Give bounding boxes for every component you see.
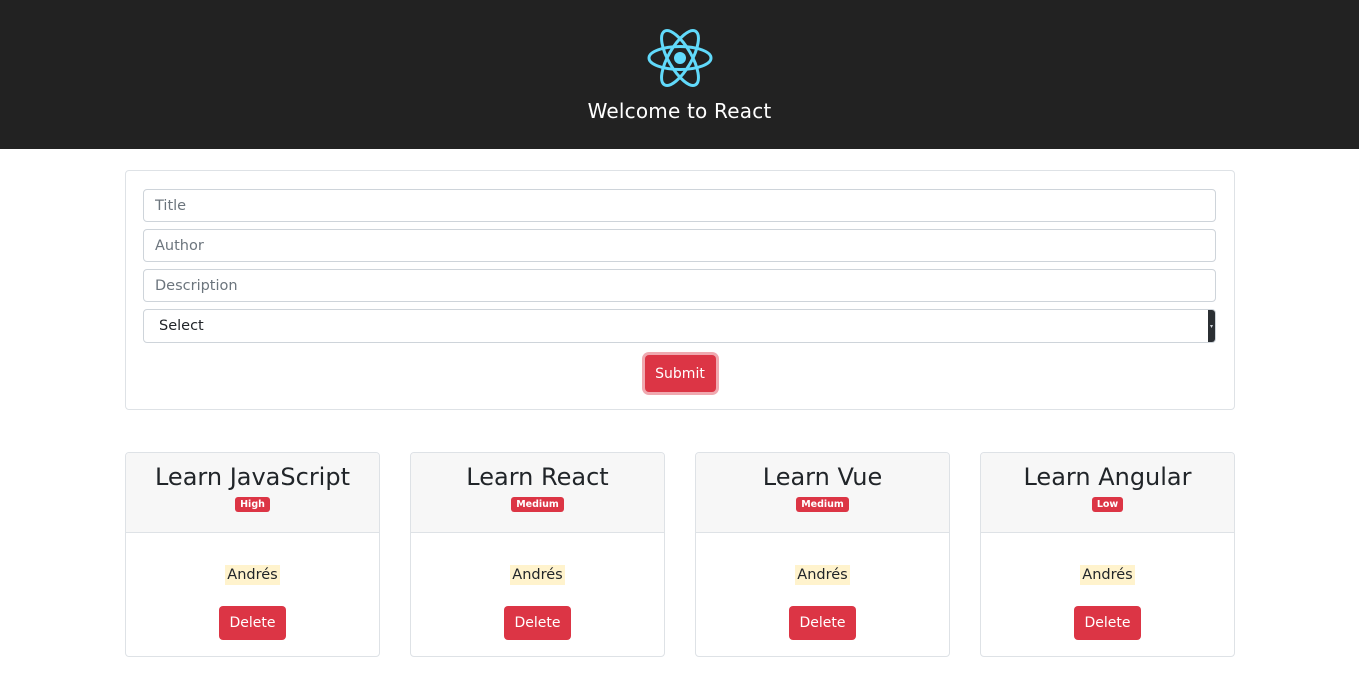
card-title: Learn JavaScript bbox=[154, 463, 350, 491]
author-input[interactable] bbox=[143, 229, 1216, 262]
page-title: Welcome to React bbox=[587, 99, 772, 123]
card-body: Andrés Delete bbox=[126, 533, 379, 640]
priority-badge: Medium bbox=[511, 497, 564, 512]
card-body: Andrés Delete bbox=[411, 533, 664, 640]
delete-button[interactable]: Delete bbox=[1074, 606, 1141, 640]
delete-button[interactable]: Delete bbox=[219, 606, 286, 640]
card-title: Learn Angular bbox=[1023, 463, 1192, 491]
card-body: Andrés Delete bbox=[696, 533, 949, 640]
submit-button[interactable]: Submit bbox=[644, 355, 716, 392]
card-author: Andrés bbox=[510, 565, 565, 585]
card-author: Andrés bbox=[1080, 565, 1135, 585]
chevron-down-icon[interactable]: ▾ bbox=[1208, 310, 1215, 342]
card-author: Andrés bbox=[225, 565, 280, 585]
submit-row: Submit bbox=[143, 355, 1217, 392]
card-header: Learn JavaScript High bbox=[126, 453, 379, 533]
todo-card-list: Learn JavaScript High Andrés Delete Lear… bbox=[125, 452, 1235, 657]
card-body: Andrés Delete bbox=[981, 533, 1234, 640]
todo-card: Learn Vue Medium Andrés Delete bbox=[695, 452, 950, 657]
card-title: Learn Vue bbox=[762, 463, 883, 491]
card-author: Andrés bbox=[795, 565, 850, 585]
priority-badge: High bbox=[235, 497, 270, 512]
title-input[interactable] bbox=[143, 189, 1216, 222]
priority-select-value: Select bbox=[159, 318, 204, 334]
card-header: Learn Angular Low bbox=[981, 453, 1234, 533]
card-header: Learn Vue Medium bbox=[696, 453, 949, 533]
description-input[interactable] bbox=[143, 269, 1216, 302]
delete-button[interactable]: Delete bbox=[789, 606, 856, 640]
todo-card: Learn React Medium Andrés Delete bbox=[410, 452, 665, 657]
app-header: Welcome to React bbox=[0, 0, 1359, 149]
todo-card: Learn Angular Low Andrés Delete bbox=[980, 452, 1235, 657]
todo-card: Learn JavaScript High Andrés Delete bbox=[125, 452, 380, 657]
card-header: Learn React Medium bbox=[411, 453, 664, 533]
todo-form: Select ▾ Submit bbox=[125, 170, 1235, 410]
react-logo-icon bbox=[646, 27, 714, 89]
priority-badge: Low bbox=[1091, 497, 1124, 512]
priority-badge: Medium bbox=[796, 497, 849, 512]
priority-select[interactable]: Select ▾ bbox=[143, 309, 1216, 343]
delete-button[interactable]: Delete bbox=[504, 606, 571, 640]
card-title: Learn React bbox=[466, 463, 609, 491]
